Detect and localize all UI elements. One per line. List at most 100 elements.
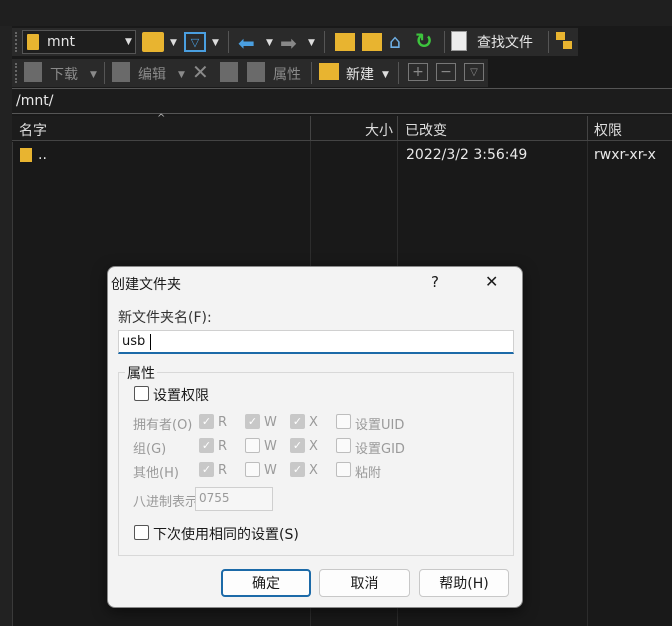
ok-button[interactable]: 确定: [221, 569, 311, 597]
chevron-down-icon[interactable]: ▼: [125, 37, 132, 47]
parent-directory-icon[interactable]: [335, 33, 355, 51]
separator: [398, 62, 399, 84]
location-value: mnt: [47, 34, 75, 50]
home-icon[interactable]: ⌂: [389, 31, 401, 53]
chevron-down-icon[interactable]: ▼: [170, 38, 177, 48]
forward-arrow-icon[interactable]: ➡: [280, 31, 297, 55]
root-directory-icon[interactable]: [362, 33, 382, 51]
column-divider: [587, 141, 588, 626]
column-header-name[interactable]: 名字 ^: [12, 113, 311, 141]
properties-icon: [247, 62, 265, 82]
row-name: ..: [38, 147, 47, 163]
separator: [311, 62, 312, 84]
location-combo[interactable]: mnt ▼: [22, 30, 136, 54]
set-gid-label: 设置GID: [355, 442, 405, 457]
chevron-down-icon[interactable]: ▼: [266, 38, 273, 48]
column-size-label: 大小: [365, 123, 393, 139]
find-files-button[interactable]: 查找文件: [477, 32, 533, 52]
set-uid-label: 设置UID: [355, 418, 405, 433]
tree-view-icon[interactable]: [556, 32, 574, 50]
filter-icon[interactable]: ▽: [464, 63, 484, 81]
plus-icon[interactable]: +: [408, 63, 428, 81]
octal-input[interactable]: 0755: [195, 487, 273, 511]
download-button[interactable]: 下载: [50, 64, 78, 84]
path-text: /mnt/: [16, 93, 54, 109]
minus-icon[interactable]: −: [436, 63, 456, 81]
separator: [228, 31, 229, 53]
others-r-checkbox[interactable]: ✓: [199, 462, 214, 477]
row-changed: 2022/3/2 3:56:49: [406, 147, 528, 163]
find-files-icon[interactable]: [451, 31, 467, 51]
left-border: [0, 26, 12, 626]
new-button[interactable]: 新建: [346, 64, 374, 84]
help-icon[interactable]: ?: [431, 273, 439, 291]
new-folder-icon: [319, 63, 339, 80]
toolbar-grip: [15, 32, 19, 52]
owner-w-checkbox[interactable]: ✓: [245, 414, 260, 429]
sticky-label: 粘附: [355, 466, 382, 481]
title-strip: [0, 0, 672, 26]
set-uid-checkbox[interactable]: [336, 414, 351, 429]
group-label: 组(G): [133, 442, 167, 457]
separator: [324, 31, 325, 53]
chevron-down-icon[interactable]: ▼: [90, 70, 97, 80]
close-icon[interactable]: ✕: [485, 272, 498, 291]
folder-name-input[interactable]: usb: [118, 330, 514, 354]
toolbar-grip: [15, 63, 19, 83]
column-rights-label: 权限: [594, 123, 622, 139]
path-bar[interactable]: /mnt/: [12, 88, 672, 114]
properties-button[interactable]: 属性: [273, 64, 301, 84]
owner-x-label: X: [309, 415, 318, 430]
others-w-label: W: [264, 463, 277, 478]
parent-folder-icon: [20, 148, 32, 162]
rename-icon[interactable]: [220, 62, 238, 82]
column-changed-label: 已改变: [405, 123, 447, 139]
chevron-down-icon[interactable]: ▼: [212, 38, 219, 48]
others-w-checkbox[interactable]: [245, 462, 260, 477]
column-header-size[interactable]: 大小: [311, 116, 398, 141]
refresh-icon[interactable]: ↻: [415, 29, 433, 53]
folder-icon: [27, 34, 39, 50]
delete-icon[interactable]: ✕: [192, 60, 209, 84]
chevron-down-icon[interactable]: ▼: [308, 38, 315, 48]
group-r-label: R: [218, 439, 228, 454]
back-arrow-icon[interactable]: ⬅: [238, 31, 255, 55]
others-x-checkbox[interactable]: ✓: [290, 462, 305, 477]
chevron-down-icon[interactable]: ▼: [382, 70, 389, 80]
owner-w-label: W: [264, 415, 277, 430]
download-icon: [24, 62, 42, 82]
text-cursor: [150, 334, 151, 350]
filter-icon[interactable]: ▽: [184, 32, 206, 52]
edit-button[interactable]: 编辑: [138, 64, 166, 84]
separator: [104, 62, 105, 84]
chevron-down-icon[interactable]: ▼: [178, 70, 185, 80]
set-permissions-checkbox[interactable]: [134, 386, 149, 401]
row-rights: rwxr-xr-x: [594, 147, 656, 163]
sort-ascending-icon: ^: [157, 113, 166, 124]
file-pane-border: [12, 142, 13, 626]
folder-name-value: usb: [122, 334, 146, 349]
column-header-changed[interactable]: 已改变: [398, 116, 588, 141]
owner-label: 拥有者(O): [133, 418, 193, 433]
group-x-checkbox[interactable]: ✓: [290, 438, 305, 453]
open-folder-icon[interactable]: [142, 32, 164, 52]
cancel-button[interactable]: 取消: [319, 569, 410, 597]
same-settings-checkbox[interactable]: [134, 525, 149, 540]
column-header-rights[interactable]: 权限: [588, 116, 672, 141]
others-x-label: X: [309, 463, 318, 478]
dialog-title: 创建文件夹: [111, 277, 181, 293]
sticky-checkbox[interactable]: [336, 462, 351, 477]
others-r-label: R: [218, 463, 228, 478]
set-permissions-label: 设置权限: [153, 388, 209, 404]
group-w-checkbox[interactable]: [245, 438, 260, 453]
octal-label: 八进制表示: [133, 495, 199, 510]
octal-value: 0755: [199, 491, 230, 505]
separator: [548, 31, 549, 53]
table-row[interactable]: .. 2022/3/2 3:56:49 rwxr-xr-x: [13, 143, 672, 167]
help-button[interactable]: 帮助(H): [419, 569, 509, 597]
set-gid-checkbox[interactable]: [336, 438, 351, 453]
owner-r-checkbox[interactable]: ✓: [199, 414, 214, 429]
owner-x-checkbox[interactable]: ✓: [290, 414, 305, 429]
owner-r-label: R: [218, 415, 228, 430]
group-r-checkbox[interactable]: ✓: [199, 438, 214, 453]
